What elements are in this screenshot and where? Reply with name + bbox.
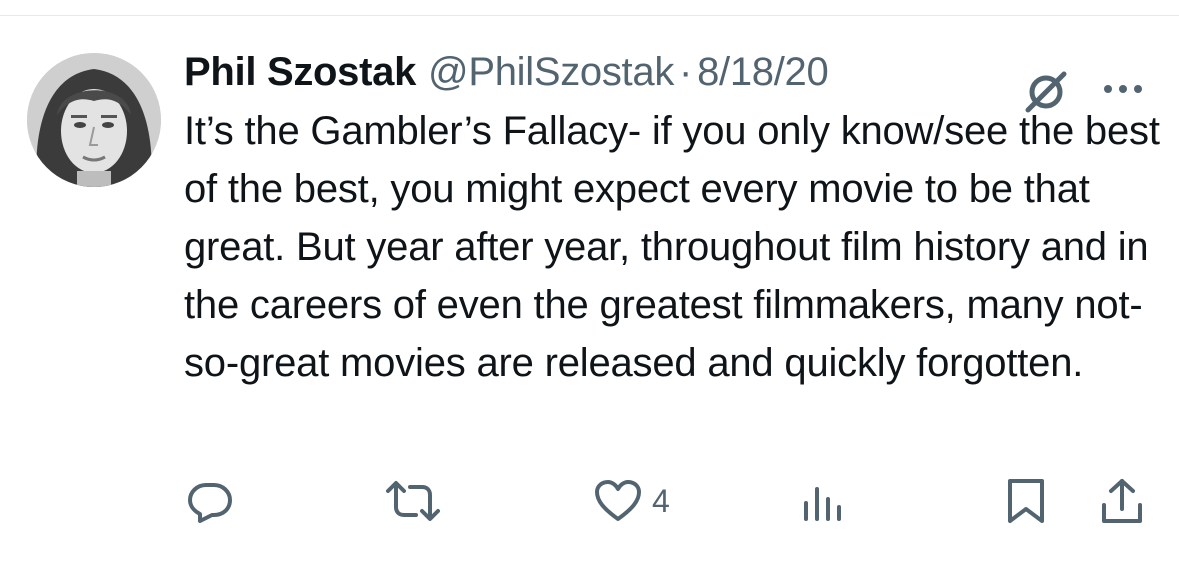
like-count: 4 bbox=[652, 482, 670, 519]
tweet[interactable]: Phil Szostak @PhilSzostak · 8/18/20 It’s… bbox=[0, 16, 1179, 579]
share-icon bbox=[1102, 479, 1142, 523]
author-name[interactable]: Phil Szostak bbox=[184, 50, 416, 95]
retweet-button[interactable] bbox=[384, 476, 442, 526]
heart-icon bbox=[595, 480, 641, 521]
more-icon[interactable] bbox=[1098, 74, 1148, 104]
avatar[interactable] bbox=[27, 53, 161, 187]
bookmark-button[interactable] bbox=[1006, 476, 1046, 526]
author-handle[interactable]: @PhilSzostak bbox=[428, 50, 674, 95]
avatar-photo bbox=[27, 53, 161, 187]
like-button[interactable]: 4 bbox=[594, 476, 670, 526]
reply-icon bbox=[188, 483, 232, 523]
post-date[interactable]: 8/18/20 bbox=[697, 50, 829, 95]
views-icon bbox=[804, 487, 841, 521]
share-button[interactable] bbox=[1098, 476, 1146, 526]
tweet-text: It’s the Gambler’s Fallacy- if you only … bbox=[184, 109, 1160, 385]
views-button[interactable] bbox=[800, 476, 844, 526]
retweet-icon bbox=[386, 481, 440, 521]
header-separator: · bbox=[679, 50, 693, 94]
tweet-header: Phil Szostak @PhilSzostak · 8/18/20 bbox=[184, 50, 829, 98]
bookmark-icon bbox=[1008, 479, 1044, 523]
reply-button[interactable] bbox=[186, 476, 234, 526]
